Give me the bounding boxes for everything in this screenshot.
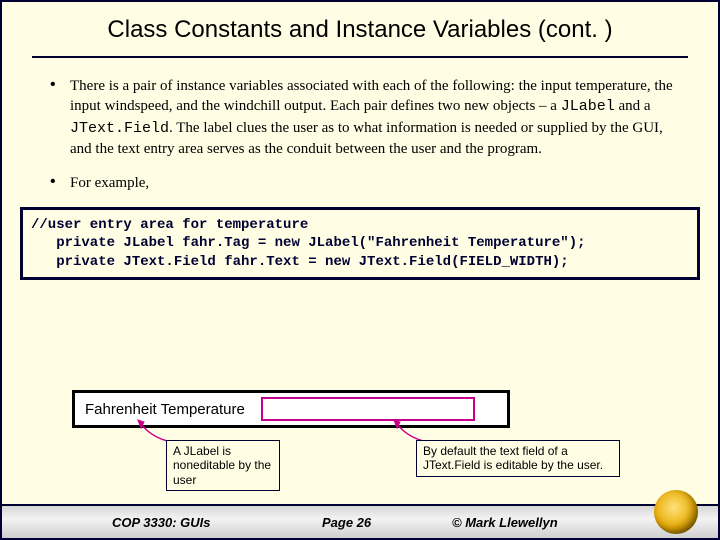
code-inline-jtextfield: JText.Field — [70, 120, 169, 137]
callout-textfield: By default the text field of a JText.Fie… — [416, 440, 620, 477]
footer-page: Page 26 — [322, 515, 371, 530]
footer-left: COP 3330: GUIs — [112, 515, 211, 530]
footer-right: © Mark Llewellyn — [452, 515, 558, 530]
code-inline-jlabel: JLabel — [561, 98, 615, 115]
bullet-2: For example, — [42, 173, 678, 193]
bullet-1: There is a pair of instance variables as… — [42, 76, 678, 159]
example-textfield[interactable] — [261, 397, 475, 421]
bullet-list: There is a pair of instance variables as… — [42, 76, 678, 193]
title-rule — [32, 56, 688, 58]
footer: COP 3330: GUIs Page 26 © Mark Llewellyn — [2, 504, 718, 538]
text-run: and a — [615, 98, 651, 114]
slide: Class Constants and Instance Variables (… — [0, 0, 720, 540]
bullet-1-text: There is a pair of instance variables as… — [70, 78, 673, 157]
callout-jlabel: A JLabel is noneditable by the user — [166, 440, 280, 491]
ucf-logo-icon — [654, 490, 698, 534]
body: There is a pair of instance variables as… — [2, 68, 718, 193]
bullet-2-text: For example, — [70, 175, 149, 191]
title-area: Class Constants and Instance Variables (… — [2, 2, 718, 68]
code-block: //user entry area for temperature privat… — [20, 207, 700, 280]
slide-title: Class Constants and Instance Variables (… — [32, 16, 688, 44]
